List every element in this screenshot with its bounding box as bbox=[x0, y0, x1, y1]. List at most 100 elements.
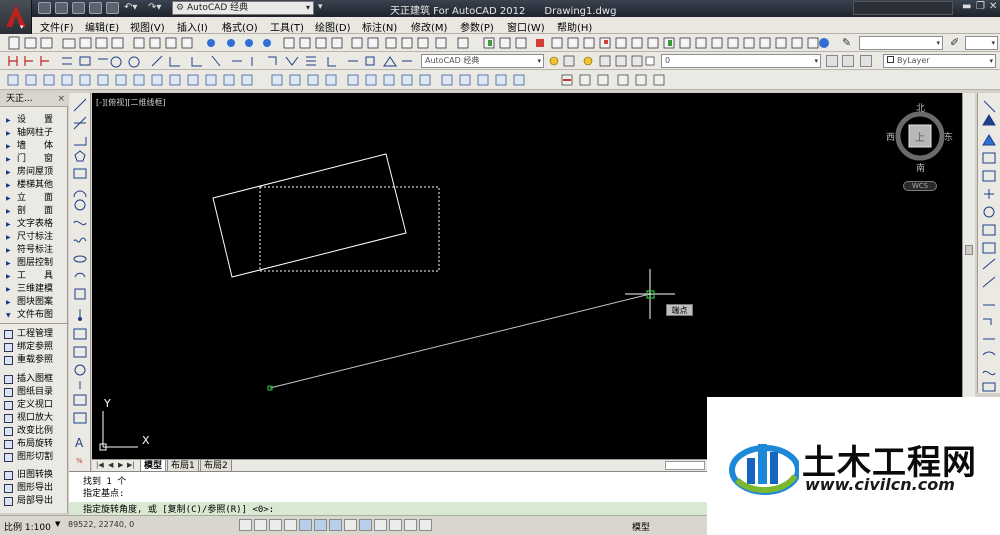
viewcube[interactable]: 北 南 东 西 上 bbox=[886, 104, 953, 174]
quick-properties-toggle[interactable] bbox=[404, 519, 417, 531]
lineweight-toggle[interactable] bbox=[374, 519, 387, 531]
compass-west[interactable]: 西 bbox=[886, 130, 895, 143]
menu-insert[interactable]: 插入(I) bbox=[177, 19, 208, 34]
panel-sub-define-viewport[interactable]: 定义视口 bbox=[0, 399, 68, 412]
undo-icon[interactable]: ↶▾ bbox=[124, 2, 137, 13]
infer-constraints-toggle[interactable] bbox=[239, 519, 252, 531]
menu-tools[interactable]: 工具(T) bbox=[270, 19, 304, 34]
panel-sub-drawing-list[interactable]: 图纸目录 bbox=[0, 386, 68, 399]
menu-dimension[interactable]: 标注(N) bbox=[362, 19, 397, 34]
panel-item-wall[interactable]: ▶ 墙 体 bbox=[0, 140, 68, 153]
tab-nav-last[interactable]: ▶| bbox=[127, 461, 135, 469]
modify-toolbar-icons[interactable] bbox=[978, 93, 1000, 393]
layer-combo[interactable]: 0 ▾ bbox=[661, 54, 821, 68]
standard-toolbar-icons[interactable] bbox=[6, 36, 846, 50]
ortho-toggle[interactable] bbox=[284, 519, 297, 531]
tab-nav-first[interactable]: |◀ bbox=[96, 461, 104, 469]
dimension-toolbar-icons[interactable] bbox=[6, 54, 416, 68]
osnap-toggle[interactable] bbox=[314, 519, 327, 531]
workspace-selector[interactable]: ⚙ AutoCAD 经典 ▾ bbox=[172, 1, 314, 15]
panel-item-room-roof[interactable]: ▶ 房间屋顶 bbox=[0, 166, 68, 179]
grid-toggle[interactable] bbox=[269, 519, 282, 531]
panel-sub-partial-export[interactable]: 局部导出 bbox=[0, 495, 68, 508]
compass-east[interactable]: 东 bbox=[944, 130, 953, 143]
close-button[interactable]: ✕ bbox=[989, 1, 997, 12]
panel-item-settings[interactable]: ▶ 设 置 bbox=[0, 114, 68, 127]
panel-item-tools[interactable]: ▶ 工 具 bbox=[0, 270, 68, 283]
application-menu-button[interactable]: ▾ bbox=[0, 0, 32, 34]
panel-item-text-table[interactable]: ▶ 文字表格 bbox=[0, 218, 68, 231]
panel-item-dimension[interactable]: ▶ 尺寸标注 bbox=[0, 231, 68, 244]
model-space-button[interactable]: 模型 bbox=[632, 520, 650, 533]
panel-sub-insert-frame[interactable]: 插入图框 bbox=[0, 373, 68, 386]
minimize-button[interactable]: ▬ bbox=[962, 1, 971, 12]
brush-icon[interactable]: ✐ bbox=[950, 36, 959, 49]
panel-item-block-pattern[interactable]: ▶ 图块图案 bbox=[0, 296, 68, 309]
panel-item-section[interactable]: ▶ 剖 面 bbox=[0, 205, 68, 218]
close-icon[interactable]: × bbox=[57, 93, 65, 106]
quick-access-dropdown[interactable]: ▾ bbox=[318, 2, 323, 12]
style-combo[interactable]: ▾ bbox=[859, 36, 943, 50]
workspace-combo[interactable]: AutoCAD 经典 ▾ bbox=[421, 54, 544, 68]
save-as-icon[interactable] bbox=[89, 2, 102, 14]
ducs-toggle[interactable] bbox=[344, 519, 357, 531]
selection-cycling-toggle[interactable] bbox=[419, 519, 432, 531]
print-icon[interactable] bbox=[106, 2, 119, 14]
layer-tool-icons[interactable] bbox=[548, 54, 658, 68]
menu-format[interactable]: 格式(O) bbox=[222, 19, 258, 34]
panel-sub-project-manage[interactable]: 工程管理 bbox=[0, 328, 68, 341]
pen-icon[interactable]: ✎ bbox=[842, 36, 856, 50]
tab-nav-next[interactable]: ▶ bbox=[118, 461, 123, 469]
transparency-toggle[interactable] bbox=[389, 519, 402, 531]
polar-toggle[interactable] bbox=[299, 519, 312, 531]
new-file-icon[interactable] bbox=[38, 2, 51, 14]
panel-item-3d-model[interactable]: ▶ 三维建模 bbox=[0, 283, 68, 296]
panel-item-elevation[interactable]: ▶ 立 面 bbox=[0, 192, 68, 205]
panel-item-file-layout[interactable]: ▼ 文件布图 bbox=[0, 309, 68, 322]
open-file-icon[interactable] bbox=[55, 2, 68, 14]
panel-sub-graphic-cut[interactable]: 图形切割 bbox=[0, 451, 68, 464]
panel-item-stairs[interactable]: ▶ 楼梯其他 bbox=[0, 179, 68, 192]
panel-sub-layout-rotate[interactable]: 布局旋转 bbox=[0, 438, 68, 451]
menu-help[interactable]: 帮助(H) bbox=[557, 19, 592, 34]
menu-draw[interactable]: 绘图(D) bbox=[315, 19, 351, 34]
panel-item-symbol[interactable]: ▶ 符号标注 bbox=[0, 244, 68, 257]
scale-selector[interactable]: 比例 1:100 bbox=[4, 520, 51, 533]
rotated-rectangle[interactable] bbox=[212, 153, 407, 278]
panel-item-door-window[interactable]: ▶ 门 窗 bbox=[0, 153, 68, 166]
compass-north[interactable]: 北 bbox=[916, 101, 925, 114]
menu-window[interactable]: 窗口(W) bbox=[507, 19, 545, 34]
color-combo[interactable]: ByLayer ▾ bbox=[883, 54, 996, 68]
view-toolbar-icons[interactable] bbox=[560, 73, 670, 87]
redo-icon[interactable]: ↷▾ bbox=[148, 2, 161, 13]
menu-view[interactable]: 视图(V) bbox=[130, 19, 165, 34]
draw-toolbar-icons[interactable]: A % bbox=[69, 93, 91, 513]
panel-sub-old-convert[interactable]: 旧图转换 bbox=[0, 469, 68, 482]
menu-file[interactable]: 文件(F) bbox=[40, 19, 74, 34]
viewcube-top-face[interactable]: 上 bbox=[915, 129, 925, 144]
panel-item-axis-column[interactable]: ▶ 轴网柱子 bbox=[0, 127, 68, 140]
layer-state-icon[interactable] bbox=[860, 55, 872, 67]
maximize-button[interactable]: ❐ bbox=[976, 1, 985, 12]
layer-previous-icon[interactable] bbox=[842, 55, 854, 67]
make-current-layer-icon[interactable] bbox=[826, 55, 838, 67]
otrack-toggle[interactable] bbox=[329, 519, 342, 531]
compass-south[interactable]: 南 bbox=[916, 161, 925, 174]
save-icon[interactable] bbox=[72, 2, 85, 14]
tab-nav-prev[interactable]: ◀ bbox=[108, 461, 113, 469]
menu-parameters[interactable]: 参数(P) bbox=[460, 19, 494, 34]
dyn-toggle[interactable] bbox=[359, 519, 372, 531]
scale-dropdown-icon[interactable]: ▼ bbox=[55, 520, 60, 528]
style-combo-2[interactable]: ▾ bbox=[965, 36, 998, 50]
panel-sub-reload-xref[interactable]: 重载参照 bbox=[0, 354, 68, 367]
horizontal-scrollbar[interactable] bbox=[665, 461, 705, 470]
panel-sub-export[interactable]: 图形导出 bbox=[0, 482, 68, 495]
menu-modify[interactable]: 修改(M) bbox=[411, 19, 447, 34]
snap-toggle[interactable] bbox=[254, 519, 267, 531]
panel-sub-bind-xref[interactable]: 绑定参照 bbox=[0, 341, 68, 354]
panel-item-layer-control[interactable]: ▶ 图层控制 bbox=[0, 257, 68, 270]
panel-sub-change-scale[interactable]: 改变比例 bbox=[0, 425, 68, 438]
search-input[interactable] bbox=[853, 1, 953, 15]
scrollbar-thumb[interactable] bbox=[965, 245, 973, 255]
menu-edit[interactable]: 编辑(E) bbox=[85, 19, 119, 34]
